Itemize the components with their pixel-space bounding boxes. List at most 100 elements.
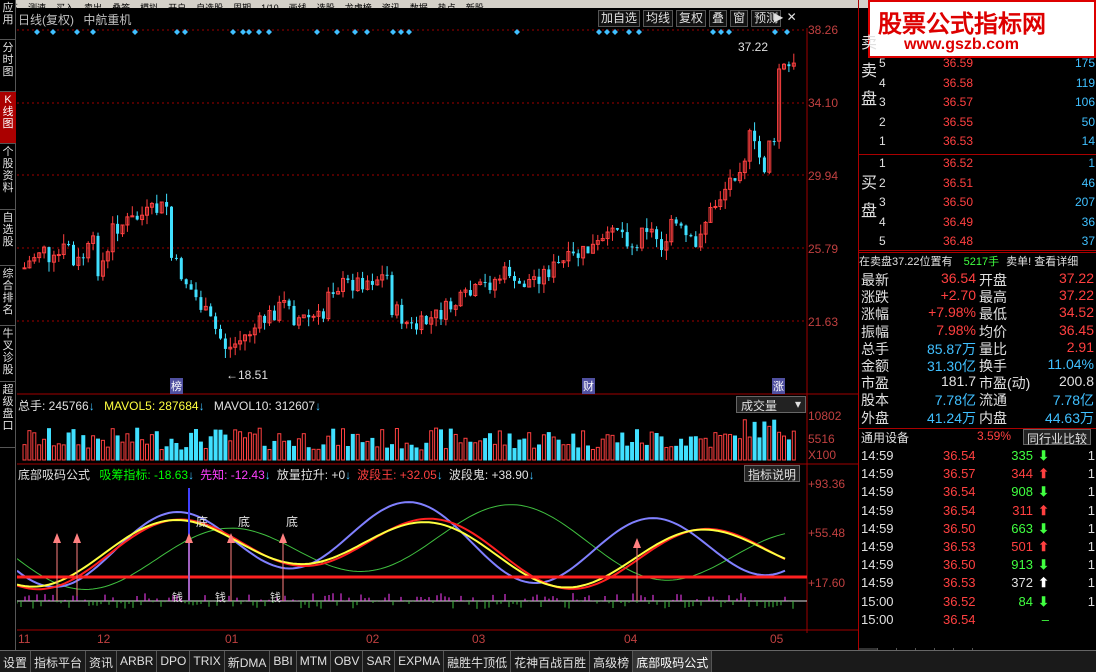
tick-row[interactable]: 15:00 36.54 – — [859, 612, 1096, 630]
candle-body — [674, 219, 678, 224]
tab-8[interactable]: MTM — [297, 651, 332, 672]
volume-bar — [409, 444, 414, 461]
tab-3[interactable]: ARBR — [117, 651, 158, 672]
tab-15[interactable]: 底部吸码公式 — [633, 651, 713, 672]
left-tab-6[interactable]: 牛叉诊股 — [0, 326, 16, 382]
tab-5[interactable]: TRIX — [190, 651, 225, 672]
buy-price: 36.48 — [943, 234, 974, 248]
tick-time: 14:59 — [861, 448, 894, 463]
tab-13[interactable]: 花神百战百胜 — [511, 651, 591, 672]
big-order-notice[interactable]: 在卖盘37.22位置有 5217手 卖单! 查看详细 — [859, 252, 1096, 268]
stat-value-3: 7.98% — [936, 321, 976, 338]
toolbar-btn-0[interactable]: 加自选 — [598, 10, 641, 27]
tab-0[interactable]: 设置 — [0, 651, 32, 672]
left-tab-1[interactable]: 分时图 — [0, 40, 16, 92]
volume-bar — [654, 432, 659, 461]
stat-value2-8: 44.63万 — [1044, 409, 1094, 426]
price-axis-5: 21.63 — [808, 315, 839, 329]
menu-item-13[interactable]: 资讯 — [382, 4, 400, 9]
tab-2[interactable]: 资讯 — [86, 651, 118, 672]
volume-bar — [492, 443, 497, 461]
arrow-up-icon — [53, 533, 61, 543]
menu-item-5[interactable]: 模拟 — [140, 4, 158, 9]
menu-item-10[interactable]: 画线 — [289, 4, 307, 9]
tag-qian-3: 钱 — [270, 592, 281, 604]
menu-item-2[interactable]: 买入 — [56, 4, 74, 9]
tick-row[interactable]: 14:59 36.53 372 ⬆ 1 — [859, 575, 1096, 593]
candle-body — [439, 310, 443, 320]
toolbar-btn-1[interactable]: 均线 — [643, 10, 674, 27]
menu-item-1[interactable]: 测速 — [28, 4, 46, 9]
chart-canvas[interactable] — [17, 28, 858, 650]
toolbar-btn-3[interactable]: 叠 — [709, 10, 728, 27]
menu-item-9[interactable]: 1/10 — [261, 4, 279, 9]
menu-item-14[interactable]: 数据 — [410, 4, 428, 9]
stat-label-8: 外盘 — [861, 409, 889, 426]
signal-diamond-icon — [596, 29, 602, 35]
volume-bar — [321, 444, 326, 461]
tab-12[interactable]: 融胜牛顶低 — [444, 651, 512, 672]
tick-row[interactable]: 14:59 36.54 311 ⬆ 1 — [859, 503, 1096, 521]
tab-7[interactable]: BBI — [270, 651, 297, 672]
tab-14[interactable]: 高级榜 — [590, 651, 634, 672]
sell-level-4[interactable]: 2 36.55 50 — [859, 115, 1096, 135]
tick-extra: 1 — [1087, 502, 1095, 518]
stat-value2-2: 34.52 — [1058, 304, 1094, 321]
sell-level-3[interactable]: 3 36.57 106 — [859, 95, 1096, 115]
toolbar-btn-4[interactable]: 窗 — [730, 10, 749, 27]
chart-window-controls[interactable]: ▶ ✕ — [774, 10, 804, 24]
sell-level-2[interactable]: 4 36.58 119 — [859, 76, 1096, 96]
left-tab-3[interactable]: 个股资料 — [0, 144, 16, 210]
buy-level-2[interactable]: 2 36.51 46 — [859, 176, 1096, 196]
volume-bar — [115, 435, 120, 461]
menu-item-15[interactable]: 热点 — [438, 4, 456, 9]
menu-item-7[interactable]: 自选股 — [196, 4, 223, 9]
volume-bar — [527, 432, 532, 461]
menu-item-16[interactable]: 新股 — [466, 4, 484, 9]
tab-1[interactable]: 指标平台 — [31, 651, 87, 672]
tick-row[interactable]: 14:59 36.50 663 ⬇ 1 — [859, 521, 1096, 539]
menu-item-11[interactable]: 选股 — [317, 4, 335, 9]
tab-6[interactable]: 新DMA — [225, 651, 271, 672]
left-tab-5[interactable]: 综合排名 — [0, 266, 16, 326]
tick-row[interactable]: 14:59 36.50 913 ⬇ 1 — [859, 557, 1096, 575]
volume-bar — [341, 428, 345, 461]
left-tab-0[interactable]: 应用 — [0, 0, 16, 40]
tick-time: 14:59 — [861, 539, 894, 554]
volume-bar — [728, 433, 733, 461]
left-tab-7[interactable]: 超级盘口 — [0, 382, 16, 448]
signal-diamond-icon — [334, 29, 340, 35]
tab-11[interactable]: EXPMA — [395, 651, 445, 672]
sell-level-1[interactable]: 5 36.59 175 — [859, 56, 1096, 76]
menu-item-6[interactable]: 开户 — [168, 4, 186, 9]
menu-item-12[interactable]: 龙虎榜 — [345, 4, 372, 9]
tick-row[interactable]: 14:59 36.57 344 ⬆ 1 — [859, 466, 1096, 484]
buy-level-4[interactable]: 4 36.49 36 — [859, 215, 1096, 235]
tick-row[interactable]: 14:59 36.54 908 ⬇ 1 — [859, 484, 1096, 502]
menu-item-3[interactable]: 卖出 — [84, 4, 102, 9]
stat-value-7: 7.78亿 — [934, 392, 976, 409]
toolbar-btn-2[interactable]: 复权 — [676, 10, 707, 27]
volume-bar — [473, 442, 478, 461]
buy-level-1[interactable]: 1 36.52 1 — [859, 156, 1096, 176]
tick-row[interactable]: 14:59 36.53 501 ⬆ 1 — [859, 539, 1096, 557]
candle-body — [468, 290, 472, 296]
tab-9[interactable]: OBV — [331, 651, 364, 672]
indicator-help-button[interactable]: 指标说明 — [744, 465, 801, 482]
buy-level-num: 3 — [879, 195, 886, 209]
buy-level-3[interactable]: 3 36.50 207 — [859, 195, 1096, 215]
tab-10[interactable]: SAR — [363, 651, 396, 672]
industry-compare-button[interactable]: 同行业比较 — [1023, 429, 1092, 446]
sell-level-5[interactable]: 1 36.53 14 — [859, 134, 1096, 154]
ind-axis-2: +55.48 — [808, 526, 846, 540]
tick-row[interactable]: 14:59 36.54 335 ⬇ 1 — [859, 448, 1096, 466]
tab-4[interactable]: DPO — [157, 651, 191, 672]
volume-bar — [301, 433, 306, 461]
volume-indicator-dropdown[interactable]: 成交量 ▾ — [736, 396, 806, 413]
left-tab-2[interactable]: K线图 — [0, 92, 16, 144]
tick-row[interactable]: 15:00 36.52 84 ⬇ 1 — [859, 594, 1096, 612]
menu-item-8[interactable]: 周期 — [233, 4, 251, 9]
buy-level-5[interactable]: 5 36.48 37 — [859, 234, 1096, 254]
menu-item-4[interactable]: 叠签 — [112, 4, 130, 9]
left-tab-4[interactable]: 自选股 — [0, 210, 16, 266]
